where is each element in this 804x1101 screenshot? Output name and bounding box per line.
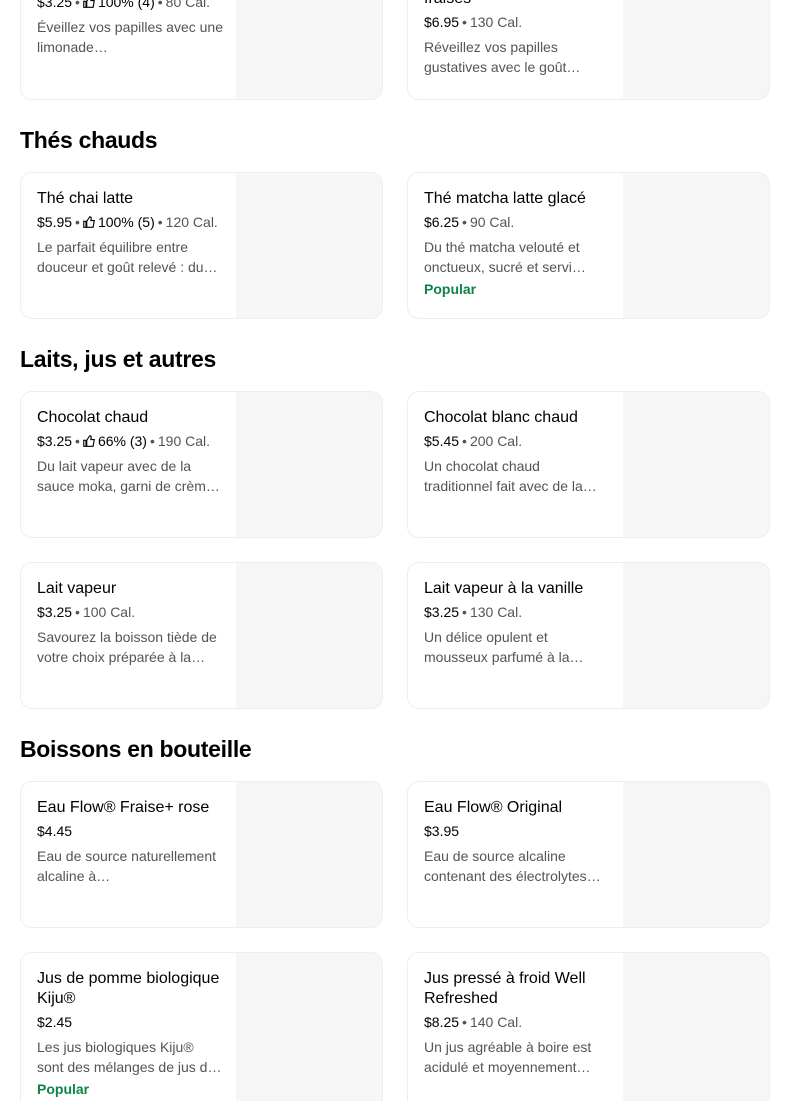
item-image [623,563,769,708]
item-image [623,953,769,1101]
item-price: $6.95 [424,14,460,30]
item-calories: 120 Cal. [165,214,218,230]
item-name: Jus pressé à froid Well Refreshed [424,970,586,1007]
item-image [236,782,382,927]
menu-item-well-refreshed-juice[interactable]: Jus pressé à froid Well Refreshed $8.25 •… [407,952,770,1101]
item-calories: 190 Cal. [157,433,211,449]
item-description: Un jus agréable à boire est acidulé et m… [424,1039,592,1075]
item-price: $3.25 [37,433,73,449]
menu-item-matcha-latte[interactable]: Thé matcha latte glacé $6.25 • 90 Cal. Du … [407,172,770,319]
item-image [236,173,382,318]
item-price: $3.25 [37,0,73,10]
thumbs-up-icon [83,0,95,8]
item-image [236,0,382,99]
item-name: Thé chai latte [37,190,134,207]
thumbs-up-icon [83,216,95,228]
popular-badge: Popular [37,1081,90,1097]
menu-item-strawberry[interactable]: fraises $6.95•130 Cal. Réveillez vos pap… [407,0,770,100]
item-price: $2.45 [37,1014,73,1030]
item-image [623,173,769,318]
item-name: Eau Flow® Fraise+ rose [37,799,210,816]
item-calories: 130 Cal. [469,604,523,620]
menu-item-flow-strawberry-rose[interactable]: Eau Flow® Fraise+ rose $4.45 Eau de sour… [20,781,383,928]
menu-item-vanilla-steamed-milk[interactable]: Lait vapeur à la vanille $3.25 • 130 Cal. … [407,562,770,709]
item-calories: 80 Cal. [165,0,211,10]
section-title-hot-teas: Thés chauds [20,127,158,153]
menu-item-hot-chocolate[interactable]: Chocolat chaud $3.25 • 66% (3) • 190 Cal. Du… [20,391,383,538]
item-description: Le parfait équilibre entre douceur et go… [37,239,218,275]
item-calories: 130 Cal. [469,14,523,30]
item-name: Eau Flow® Original [424,799,563,816]
item-name: Chocolat blanc chaud [424,409,578,426]
item-price: $3.95 [424,823,460,839]
menu-item-steamed-milk[interactable]: Lait vapeur $3.25 • 100 Cal. Savourez la b… [20,562,383,709]
item-name: Chocolat chaud [37,409,149,426]
item-rating: 100% (4) [97,0,155,10]
item-name: Jus de pomme biologique Kiju® [37,970,220,1007]
item-price: $3.25 [424,604,460,620]
item-description: Un délice opulent et mousseux parfumé à … [424,629,584,665]
item-price: $5.45 [424,433,460,449]
menu-item-kiju-apple-juice[interactable]: Jus de pomme biologique Kiju® $2.45 Les … [20,952,383,1101]
menu-item-white-hot-chocolate[interactable]: Chocolat blanc chaud $5.45 • 200 Cal. Un c… [407,391,770,538]
menu-item-lemonade[interactable]: $3.25 • 100% (4) • 80 Cal. Éveillez vos papi… [20,0,383,100]
item-image [236,953,382,1101]
item-name: Lait vapeur à la vanille [424,580,584,597]
item-description: Eau de source naturellement alcaline à… [37,848,216,884]
item-description: Éveillez vos papilles avec une limonade… [37,19,223,55]
popular-badge: Popular [424,281,477,297]
item-name: fraises [424,0,610,9]
item-image [623,0,769,99]
item-price: $3.25 [37,604,73,620]
item-description: Réveillez vos papilles gustatives avec l… [424,39,581,75]
item-name: Thé matcha latte glacé [424,190,586,207]
item-image [236,392,382,537]
item-description: Du lait vapeur avec de la sauce moka, ga… [37,458,220,494]
item-description: Les jus biologiques Kiju® sont des mélan… [37,1039,222,1075]
item-calories: 140 Cal. [469,1014,523,1030]
item-image [236,563,382,708]
item-image [623,392,769,537]
item-price: $8.25 [424,1014,460,1030]
item-description: Du thé matcha velouté et onctueux, sucré… [424,239,586,275]
item-rating: 66% (3) [97,433,147,449]
menu-item-chai-latte[interactable]: Thé chai latte $5.95 • 100% (5) • 120 Cal. L… [20,172,383,319]
item-price: $5.95 [37,214,73,230]
menu-item-flow-original[interactable]: Eau Flow® Original $3.95 Eau de source a… [407,781,770,928]
item-rating: 100% (5) [97,214,155,230]
item-calories: 90 Cal. [469,214,515,230]
item-calories: 200 Cal. [469,433,523,449]
item-description: Savourez la boisson tiède de votre choix… [37,629,217,665]
item-calories: 100 Cal. [82,604,136,620]
item-price: $6.25 [424,214,460,230]
item-price: $4.45 [37,823,73,839]
thumbs-up-icon [83,435,95,447]
item-description: Eau de source alcaline contenant des éle… [424,848,601,884]
section-title-bottled-drinks: Boissons en bouteille [20,736,252,762]
section-title-milks-juices: Laits, jus et autres [20,346,216,372]
item-description: Un chocolat chaud traditionnel fait avec… [424,458,597,494]
item-image [623,782,769,927]
item-name: Lait vapeur [37,580,117,597]
